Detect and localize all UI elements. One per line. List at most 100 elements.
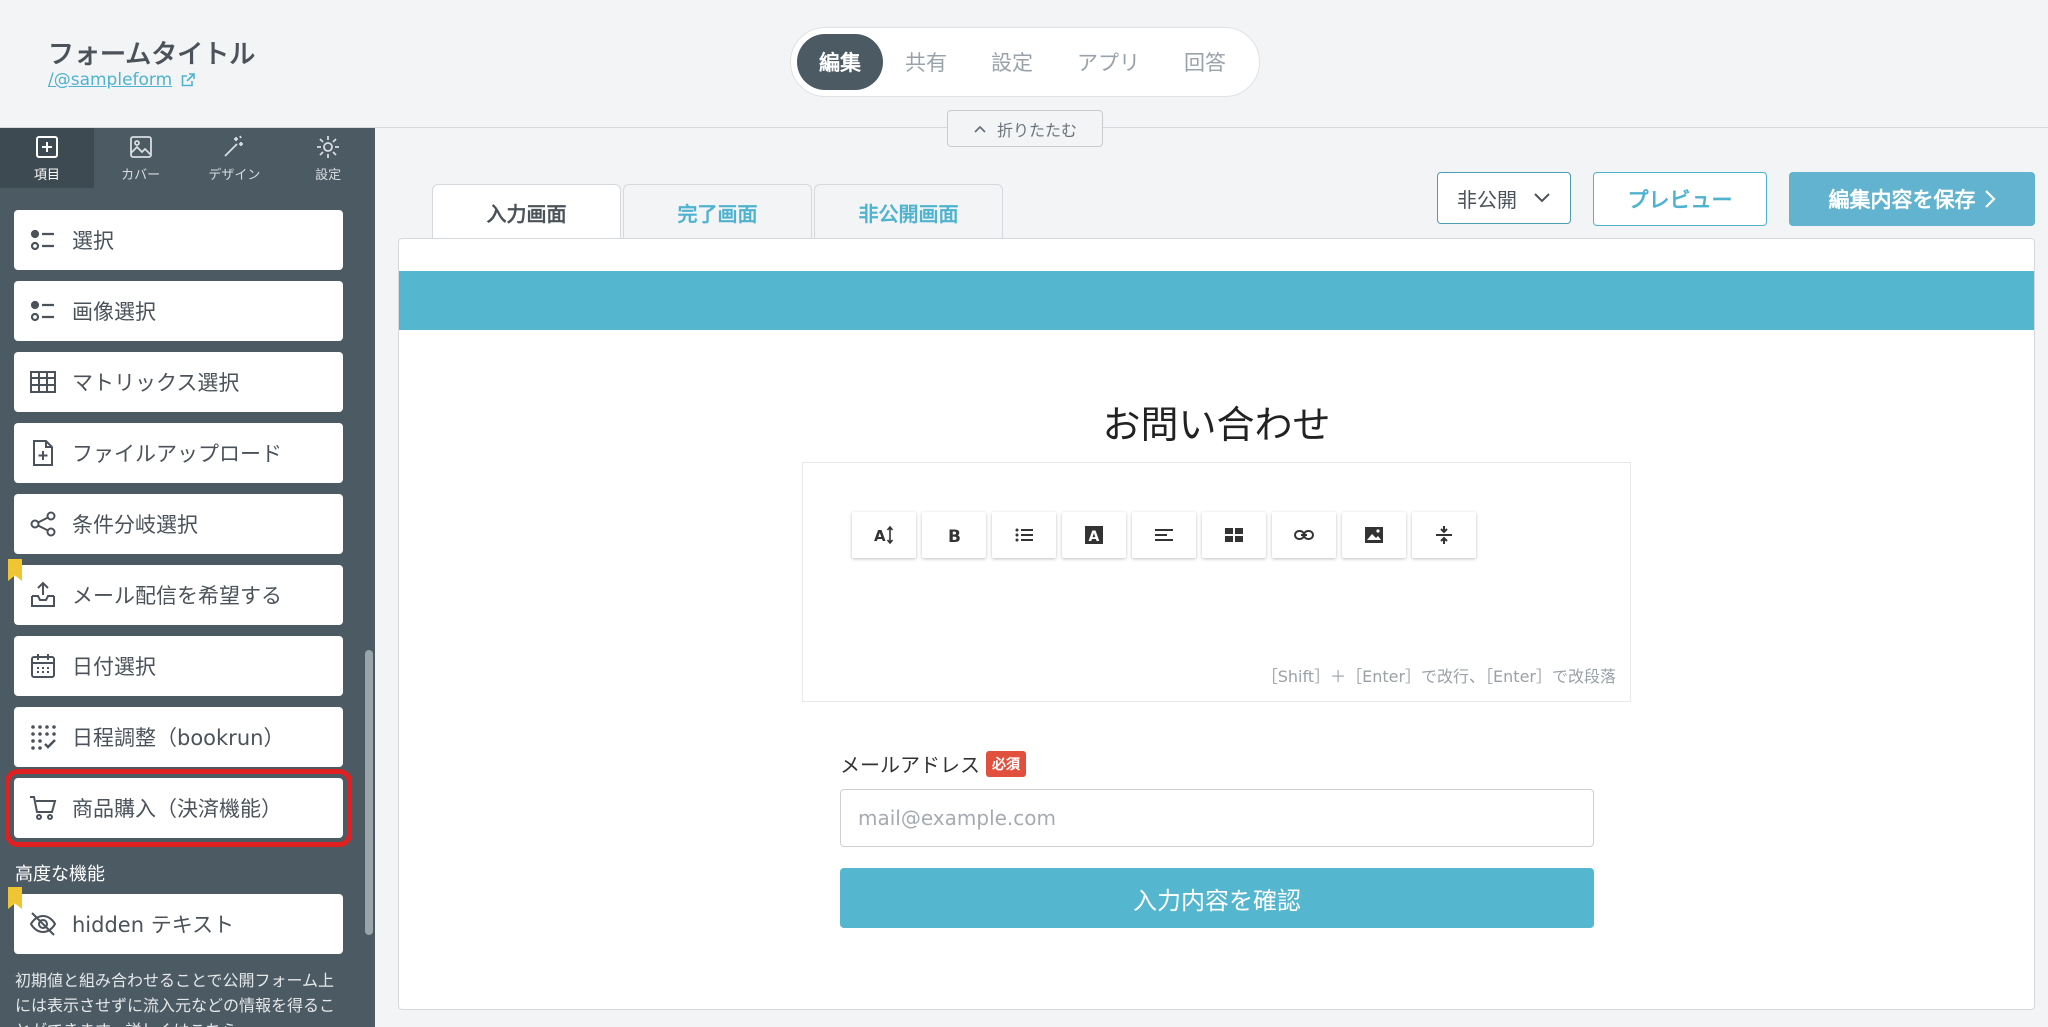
app-header: フォームタイトル /@sampleform 編集 共有 設定 アプリ 回答 (0, 0, 2048, 128)
field-item-label: 商品購入（決済機能） (72, 797, 282, 821)
field-item-schedule[interactable]: 日程調整（bookrun） (14, 707, 343, 767)
tab-responses[interactable]: 回答 (1162, 34, 1248, 90)
field-item-label: メール配信を希望する (72, 584, 282, 608)
field-item-label: マトリックス選択 (72, 371, 240, 395)
save-button[interactable]: 編集内容を保存 (1789, 172, 2035, 226)
visibility-value: 非公開 (1457, 187, 1517, 212)
divider-button[interactable] (1412, 512, 1476, 558)
sidebar-tab-label: 項目 (33, 167, 60, 183)
image-button[interactable] (1342, 512, 1406, 558)
save-button-label: 編集内容を保存 (1828, 188, 1976, 212)
field-item-purchase[interactable]: 商品購入（決済機能） (5, 769, 352, 847)
field-item-select[interactable]: 選択 (14, 210, 343, 270)
field-item-matrix[interactable]: マトリックス選択 (14, 352, 343, 412)
bold-icon: B (948, 527, 961, 546)
bullet-list-button[interactable] (992, 512, 1056, 558)
sidebar-tab-settings[interactable]: 設定 (281, 128, 375, 188)
image-icon (129, 135, 152, 158)
field-item-label: 日程調整（bookrun） (72, 726, 285, 750)
link-icon (1294, 530, 1314, 540)
tab-share[interactable]: 共有 (883, 34, 969, 90)
tab-edit[interactable]: 編集 (797, 34, 883, 90)
form-canvas: お問い合わせ A B A ［Shift］＋［Enter］で改行、［Enter］で… (398, 238, 2035, 1010)
bold-button[interactable]: B (922, 512, 986, 558)
sidebar-tab-label: 設定 (315, 167, 342, 183)
form-url-link[interactable]: /@sampleform (48, 70, 196, 90)
sidebar: 項目 カバー デザイン 設定 選択 画像選択 マトリックス選択 ファイルアップロ… (0, 128, 375, 1027)
table-button[interactable] (1202, 512, 1266, 558)
table-icon (30, 371, 56, 393)
tab-apps[interactable]: アプリ (1055, 34, 1162, 90)
email-label-text: メールアドレス (840, 753, 980, 777)
preview-button[interactable]: プレビュー (1593, 172, 1767, 226)
field-item-hidden-text[interactable]: hidden テキスト (14, 894, 343, 954)
file-plus-icon (33, 440, 53, 466)
magic-wand-icon (224, 135, 244, 157)
divider-icon (1436, 526, 1452, 544)
advanced-features-heading: 高度な機能 (15, 864, 105, 885)
list-icon (30, 300, 54, 322)
image-icon (1365, 527, 1383, 543)
visibility-dropdown[interactable]: 非公開 (1437, 172, 1571, 224)
form-url-text[interactable]: /@sampleform (48, 70, 172, 90)
sidebar-scrollbar[interactable] (365, 650, 373, 935)
external-link-icon (181, 73, 195, 87)
calendar-icon (31, 654, 55, 678)
collapse-label: 折りたたむ (996, 120, 1077, 140)
chevron-down-icon (1534, 193, 1550, 203)
text-color-icon: A (1085, 526, 1103, 545)
description-editor[interactable]: A B A ［Shift］＋［Enter］で改行、［Enter］で改段落 (802, 462, 1631, 702)
svg-text:B: B (948, 527, 961, 546)
confirm-button[interactable]: 入力内容を確認 (840, 868, 1594, 928)
field-item-branch[interactable]: 条件分岐選択 (14, 494, 343, 554)
inbox-upload-icon (31, 581, 55, 607)
svg-text:A: A (874, 527, 886, 545)
tab-settings[interactable]: 設定 (969, 34, 1055, 90)
editor-toolbar: A B A (852, 512, 1476, 558)
dot-grid-check-icon (31, 725, 56, 750)
gear-icon (317, 135, 340, 158)
field-item-file-upload[interactable]: ファイルアップロード (14, 423, 343, 483)
collapse-button[interactable]: 折りたたむ (947, 110, 1103, 147)
sidebar-tab-items[interactable]: 項目 (0, 128, 94, 188)
align-left-icon (1155, 529, 1173, 541)
bullet-list-icon (1015, 528, 1033, 542)
tab-complete-screen[interactable]: 完了画面 (623, 184, 812, 239)
form-heading[interactable]: お問い合わせ (399, 394, 2034, 449)
email-field[interactable] (840, 789, 1594, 847)
field-item-label: 画像選択 (72, 300, 156, 324)
sidebar-tab-cover[interactable]: カバー (94, 128, 188, 188)
plus-square-icon (35, 135, 58, 158)
list-icon (30, 229, 54, 251)
font-size-button[interactable]: A (852, 512, 916, 558)
cart-icon (30, 796, 57, 820)
field-item-date[interactable]: 日付選択 (14, 636, 343, 696)
table-icon (1225, 528, 1243, 542)
sidebar-tab-label: カバー (121, 167, 161, 183)
editor-hint: ［Shift］＋［Enter］で改行、［Enter］で改段落 (1261, 667, 1616, 686)
hidden-text-help: 初期値と組み合わせることで公開フォーム上には表示させずに流入元などの情報を得るこ… (15, 971, 336, 1027)
field-item-label: ファイルアップロード (72, 442, 282, 466)
field-item-label: hidden テキスト (72, 913, 235, 937)
field-item-label: 日付選択 (72, 655, 156, 679)
tab-private-screen[interactable]: 非公開画面 (814, 184, 1003, 239)
sidebar-tab-label: デザイン (208, 167, 261, 183)
form-title: フォームタイトル (48, 40, 256, 70)
svg-text:A: A (1089, 529, 1100, 545)
link-button[interactable] (1272, 512, 1336, 558)
chevron-up-icon (974, 125, 986, 133)
align-button[interactable] (1132, 512, 1196, 558)
eye-off-icon (29, 912, 57, 936)
field-item-mail-opt-in[interactable]: メール配信を希望する (14, 565, 343, 625)
field-item-image-select[interactable]: 画像選択 (14, 281, 343, 341)
font-size-icon: A (874, 525, 894, 545)
page-tab-bar: 入力画面 完了画面 非公開画面 (432, 184, 1003, 240)
chevron-right-icon (1984, 190, 1996, 208)
field-item-label: 選択 (72, 229, 114, 253)
cover-band[interactable] (399, 271, 2034, 330)
share-icon (30, 511, 56, 537)
sidebar-tab-design[interactable]: デザイン (188, 128, 282, 188)
tab-input-screen[interactable]: 入力画面 (432, 184, 621, 240)
text-color-button[interactable]: A (1062, 512, 1126, 558)
required-badge: 必須 (986, 750, 1026, 777)
